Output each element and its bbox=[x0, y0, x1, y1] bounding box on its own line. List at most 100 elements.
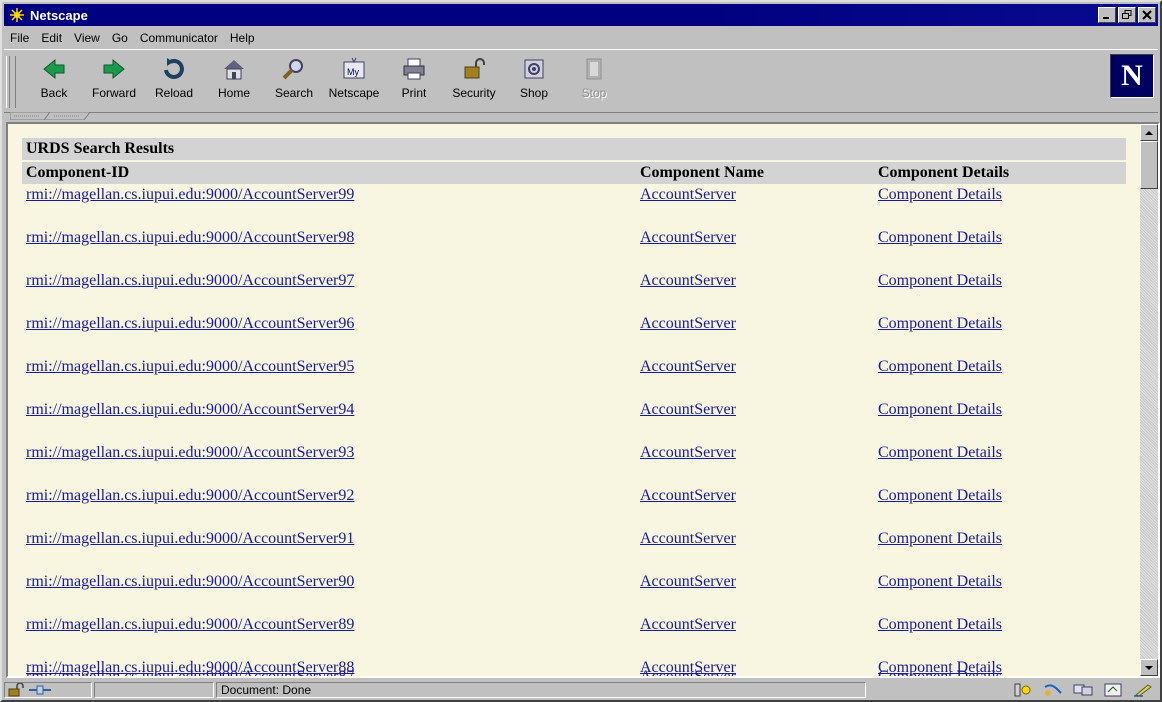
component-id-link[interactable]: rmi://magellan.cs.iupui.edu:9000/Account… bbox=[26, 666, 354, 676]
table-row: rmi://magellan.cs.iupui.edu:9000/Account… bbox=[22, 313, 1126, 335]
print-label: Print bbox=[401, 86, 427, 100]
taskbar-composer-icon[interactable] bbox=[1102, 682, 1124, 698]
netscape-logo[interactable]: N bbox=[1110, 54, 1154, 98]
toolbar-tabs[interactable] bbox=[10, 112, 100, 120]
component-name-link[interactable]: AccountServer bbox=[640, 313, 736, 335]
component-id-link[interactable]: rmi://magellan.cs.iupui.edu:9000/Account… bbox=[26, 614, 354, 636]
home-button[interactable]: Home bbox=[204, 54, 264, 108]
scroll-thumb[interactable] bbox=[1140, 141, 1158, 189]
component-id-link[interactable]: rmi://magellan.cs.iupui.edu:9000/Account… bbox=[26, 528, 354, 550]
arrow-down-icon bbox=[1145, 665, 1153, 670]
component-id-link[interactable]: rmi://magellan.cs.iupui.edu:9000/Account… bbox=[26, 485, 354, 507]
component-name-link[interactable]: AccountServer bbox=[640, 442, 736, 464]
component-name-link[interactable]: AccountServer bbox=[640, 485, 736, 507]
status-bar: Document: Done bbox=[4, 680, 1158, 700]
netscape-button[interactable]: My Netscape bbox=[324, 54, 384, 108]
table-row: rmi://magellan.cs.iupui.edu:9000/Account… bbox=[22, 227, 1126, 249]
component-details-link[interactable]: Component Details bbox=[878, 399, 1002, 421]
vertical-scrollbar[interactable] bbox=[1140, 124, 1158, 676]
component-name-link[interactable]: AccountServer bbox=[640, 399, 736, 421]
component-details-link[interactable]: Component Details bbox=[878, 184, 1002, 206]
page-title: URDS Search Results bbox=[22, 138, 1126, 160]
toolbar-grip[interactable] bbox=[6, 56, 16, 108]
table-row: rmi://magellan.cs.iupui.edu:9000/Account… bbox=[22, 614, 1126, 636]
component-details-link[interactable]: Component Details bbox=[878, 442, 1002, 464]
taskbar-edit-icon[interactable] bbox=[1132, 682, 1154, 698]
component-id-link[interactable]: rmi://magellan.cs.iupui.edu:9000/Account… bbox=[26, 313, 354, 335]
toolbar-grip-line bbox=[9, 56, 10, 108]
component-name-link[interactable]: AccountServer bbox=[640, 666, 736, 676]
minimize-icon bbox=[1103, 17, 1109, 19]
table-row: rmi://magellan.cs.iupui.edu:9000/Account… bbox=[22, 270, 1126, 292]
taskbar-mail-icon[interactable] bbox=[1042, 682, 1064, 698]
component-id-link[interactable]: rmi://magellan.cs.iupui.edu:9000/Account… bbox=[26, 442, 354, 464]
forward-button[interactable]: Forward bbox=[84, 54, 144, 108]
component-name-link[interactable]: AccountServer bbox=[640, 356, 736, 378]
table-row: rmi://magellan.cs.iupui.edu:9000/Account… bbox=[22, 442, 1126, 464]
taskbar-navigator-icon[interactable] bbox=[1012, 682, 1034, 698]
svg-text:My: My bbox=[347, 67, 359, 77]
home-icon bbox=[224, 60, 244, 80]
menu-file[interactable]: File bbox=[4, 31, 35, 45]
component-id-link[interactable]: rmi://magellan.cs.iupui.edu:9000/Account… bbox=[26, 571, 354, 593]
component-id-link[interactable]: rmi://magellan.cs.iupui.edu:9000/Account… bbox=[26, 356, 354, 378]
menu-help[interactable]: Help bbox=[224, 31, 261, 45]
menu-view[interactable]: View bbox=[68, 31, 106, 45]
component-name-link[interactable]: AccountServer bbox=[640, 571, 736, 593]
component-name-link[interactable]: AccountServer bbox=[640, 184, 736, 206]
taskbar-discussion-icon[interactable] bbox=[1072, 682, 1094, 698]
component-name-link[interactable]: AccountServer bbox=[640, 614, 736, 636]
component-details-link[interactable]: Component Details bbox=[878, 313, 1002, 335]
close-button[interactable] bbox=[1138, 7, 1156, 23]
forward-arrow-icon bbox=[103, 58, 125, 80]
shop-button[interactable]: Shop bbox=[504, 54, 564, 108]
component-id-link[interactable]: rmi://magellan.cs.iupui.edu:9000/Account… bbox=[26, 399, 354, 421]
component-name-link[interactable]: AccountServer bbox=[640, 270, 736, 292]
navigation-toolbar: Back Forward Reload Home Search My Netsc… bbox=[4, 49, 1158, 113]
component-details-link[interactable]: Component Details bbox=[878, 666, 1002, 676]
reload-button[interactable]: Reload bbox=[144, 54, 204, 108]
back-button[interactable]: Back bbox=[24, 54, 84, 108]
security-label: Security bbox=[452, 86, 496, 100]
forward-label: Forward bbox=[91, 86, 136, 100]
table-row: rmi://magellan.cs.iupui.edu:9000/Account… bbox=[22, 399, 1126, 421]
header-component-name: Component Name bbox=[640, 164, 764, 181]
component-details-link[interactable]: Component Details bbox=[878, 485, 1002, 507]
component-id-link[interactable]: rmi://magellan.cs.iupui.edu:9000/Account… bbox=[26, 184, 354, 206]
menu-go[interactable]: Go bbox=[106, 31, 134, 45]
component-id-link[interactable]: rmi://magellan.cs.iupui.edu:9000/Account… bbox=[26, 270, 354, 292]
connection-icon bbox=[29, 685, 51, 695]
component-details-link[interactable]: Component Details bbox=[878, 528, 1002, 550]
browser-window: Netscape File Edit View Go Communicator … bbox=[0, 0, 1162, 702]
web-page[interactable]: URDS Search Results Component-ID Compone… bbox=[8, 124, 1140, 676]
menu-edit[interactable]: Edit bbox=[35, 31, 68, 45]
menu-communicator[interactable]: Communicator bbox=[134, 31, 224, 45]
component-details-link[interactable]: Component Details bbox=[878, 227, 1002, 249]
search-label: Search bbox=[274, 86, 314, 100]
table-row: rmi://magellan.cs.iupui.edu:9000/Account… bbox=[22, 528, 1126, 550]
table-row: rmi://magellan.cs.iupui.edu:9000/Account… bbox=[22, 184, 1126, 206]
print-button[interactable]: Print bbox=[384, 54, 444, 108]
component-name-link[interactable]: AccountServer bbox=[640, 528, 736, 550]
stop-label: Stop bbox=[581, 86, 607, 100]
scroll-up-button[interactable] bbox=[1140, 124, 1158, 141]
title-bar[interactable]: Netscape bbox=[4, 4, 1158, 26]
stop-button[interactable]: Stop bbox=[564, 54, 624, 108]
header-component-details: Component Details bbox=[878, 164, 1010, 181]
security-status[interactable] bbox=[4, 682, 92, 698]
scroll-down-button[interactable] bbox=[1140, 659, 1158, 676]
security-button[interactable]: Security bbox=[444, 54, 504, 108]
search-button[interactable]: Search bbox=[264, 54, 324, 108]
close-icon bbox=[1142, 10, 1152, 20]
component-details-link[interactable]: Component Details bbox=[878, 571, 1002, 593]
component-details-link[interactable]: Component Details bbox=[878, 270, 1002, 292]
menu-bar: File Edit View Go Communicator Help bbox=[4, 28, 1158, 48]
component-details-link[interactable]: Component Details bbox=[878, 614, 1002, 636]
netscape-logo-letter: N bbox=[1121, 59, 1143, 92]
status-message: Document: Done bbox=[216, 682, 866, 698]
component-name-link[interactable]: AccountServer bbox=[640, 227, 736, 249]
component-details-link[interactable]: Component Details bbox=[878, 356, 1002, 378]
minimize-button[interactable] bbox=[1098, 7, 1116, 23]
maximize-button[interactable] bbox=[1118, 7, 1136, 23]
component-id-link[interactable]: rmi://magellan.cs.iupui.edu:9000/Account… bbox=[26, 227, 354, 249]
